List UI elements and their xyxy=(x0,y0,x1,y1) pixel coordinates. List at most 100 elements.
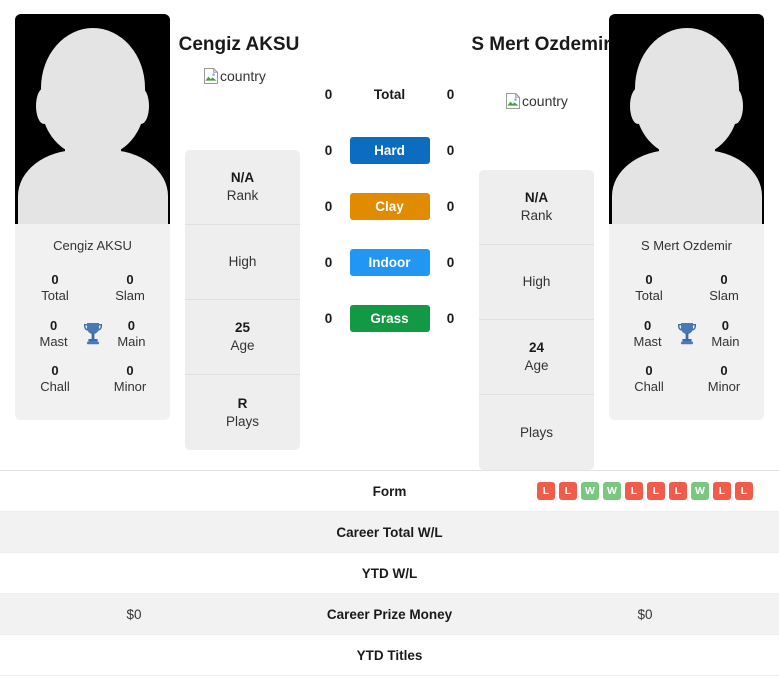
titles-row: 0 Chall 0 Minor xyxy=(21,360,164,406)
surface-badge-clay[interactable]: Clay xyxy=(349,192,430,220)
silhouette-ear-left xyxy=(630,88,646,124)
titles-mast-right: 0 Mast xyxy=(621,318,674,351)
surface-grass-right: 0 xyxy=(446,310,455,326)
surface-indoor-left: 0 xyxy=(324,254,333,270)
country-flag-left: country xyxy=(203,68,266,84)
surface-badge-indoor[interactable]: Indoor xyxy=(349,248,430,276)
info-plays-left: R Plays xyxy=(185,375,300,450)
titles-slam-right: 0 Slam xyxy=(696,272,752,305)
titles-slam-label-right: Slam xyxy=(709,288,739,304)
comparison-table: Form LLWWLLLWLL Career Total W/L YTD W/L… xyxy=(0,470,779,676)
player-info-right: N/A Rank High 24 Age Plays xyxy=(479,170,594,470)
trophy-icon xyxy=(674,320,699,348)
form-chip-loss[interactable]: L xyxy=(537,482,555,500)
form-right-cell: LLWWLLLWLL xyxy=(511,482,779,500)
info-plays-value-left: R xyxy=(237,395,248,411)
info-rank-right: N/A Rank xyxy=(479,170,594,245)
career-prize-money-right: $0 xyxy=(637,606,653,622)
titles-total-label-left: Total xyxy=(41,288,69,304)
table-row-career-prize-money: $0 Career Prize Money $0 xyxy=(0,594,779,635)
surface-row-clay: 0 Clay 0 xyxy=(300,178,479,234)
surface-badge-grass[interactable]: Grass xyxy=(349,304,430,332)
comparison-header: Cengiz AKSU 0 Total 0 Slam 0 Mast 0 Main… xyxy=(0,0,779,470)
surface-badge-hard[interactable]: Hard xyxy=(349,136,430,164)
form-chip-win[interactable]: W xyxy=(691,482,709,500)
info-high-label-right: High xyxy=(522,274,551,290)
titles-mast-label-right: Mast xyxy=(633,333,662,349)
titles-slam-value-right: 0 xyxy=(720,272,728,287)
titles-mast-label-left: Mast xyxy=(39,333,68,349)
country-alt-text-right: country xyxy=(522,93,568,109)
titles-main-left: 0 Main xyxy=(105,318,158,351)
titles-main-value-left: 0 xyxy=(127,317,136,333)
player-photo-caption-left: Cengiz AKSU xyxy=(15,224,170,269)
form-chip-loss[interactable]: L xyxy=(669,482,687,500)
titles-minor-left: 0 Minor xyxy=(102,363,158,396)
info-rank-left: N/A Rank xyxy=(185,150,300,225)
titles-minor-label-left: Minor xyxy=(113,379,147,395)
surface-titles-column: 0 Total 0 0 Hard 0 0 Clay 0 0 Indoor 0 0 xyxy=(300,10,479,346)
form-chip-win[interactable]: W xyxy=(603,482,621,500)
form-chip-loss[interactable]: L xyxy=(735,482,753,500)
table-row-ytd-titles: YTD Titles xyxy=(0,635,779,676)
titles-breakdown-right: 0 Total 0 Slam 0 Mast 0 Main 0 Chall 0 M… xyxy=(609,269,764,420)
surface-total-left: 0 xyxy=(324,86,333,102)
titles-minor-label-right: Minor xyxy=(707,379,741,395)
country-flag-right: country xyxy=(505,93,568,109)
info-plays-right: Plays xyxy=(479,395,594,470)
player-comparison-page: Cengiz AKSU 0 Total 0 Slam 0 Mast 0 Main… xyxy=(0,0,779,699)
titles-total-value-right: 0 xyxy=(645,272,653,287)
surface-badge-total: Total xyxy=(373,86,406,102)
info-age-value-right: 24 xyxy=(528,340,545,356)
table-row-career-total-wl: Career Total W/L xyxy=(0,512,779,553)
silhouette-body xyxy=(611,150,762,224)
player-photo-caption-right: S Mert Ozdemir xyxy=(609,224,764,269)
ytd-titles-label: YTD Titles xyxy=(356,647,423,663)
titles-chall-left: 0 Chall xyxy=(27,363,83,396)
info-age-right: 24 Age xyxy=(479,320,594,395)
player-card-right[interactable]: S Mert Ozdemir 0 Total 0 Slam 0 Mast 0 M… xyxy=(609,14,764,420)
info-age-label-right: Age xyxy=(524,358,549,373)
surface-clay-right: 0 xyxy=(446,198,455,214)
info-rank-value-right: N/A xyxy=(524,190,549,206)
titles-main-value-right: 0 xyxy=(721,317,730,333)
form-chip-loss[interactable]: L xyxy=(647,482,665,500)
titles-chall-label-right: Chall xyxy=(634,379,664,395)
form-chip-loss[interactable]: L xyxy=(625,482,643,500)
info-plays-label-left: Plays xyxy=(225,413,259,429)
form-chip-loss[interactable]: L xyxy=(559,482,577,500)
info-plays-label-right: Plays xyxy=(519,424,553,440)
titles-minor-value-left: 0 xyxy=(126,363,134,378)
player-photo-right xyxy=(609,14,764,224)
titles-main-label-left: Main xyxy=(117,333,146,349)
titles-minor-value-right: 0 xyxy=(720,363,728,378)
surface-hard-left: 0 xyxy=(324,142,333,158)
titles-row: 0 Chall 0 Minor xyxy=(615,360,758,406)
form-badges: LLWWLLLWLL xyxy=(537,482,753,500)
info-high-label-left: High xyxy=(228,254,257,270)
silhouette-ear-right xyxy=(727,88,743,124)
player-name-left[interactable]: Cengiz AKSU xyxy=(164,33,314,58)
silhouette-ear-left xyxy=(36,88,52,124)
titles-chall-value-left: 0 xyxy=(51,363,59,378)
titles-slam-label-left: Slam xyxy=(115,288,145,304)
broken-image-icon xyxy=(204,68,219,84)
info-age-value-left: 25 xyxy=(234,320,251,336)
silhouette-body xyxy=(17,150,168,224)
surface-grass-left: 0 xyxy=(324,310,333,326)
info-rank-value-left: N/A xyxy=(230,170,255,186)
titles-mast-value-left: 0 xyxy=(49,317,58,333)
titles-row: 0 Mast 0 Main xyxy=(615,315,758,361)
info-age-label-left: Age xyxy=(230,338,255,353)
surface-indoor-right: 0 xyxy=(446,254,455,270)
player-info-left: N/A Rank High 25 Age R Plays xyxy=(185,150,300,450)
info-rank-label-left: Rank xyxy=(226,188,259,203)
form-chip-loss[interactable]: L xyxy=(713,482,731,500)
titles-total-left: 0 Total xyxy=(27,272,83,305)
titles-total-value-left: 0 xyxy=(51,272,59,287)
surface-hard-right: 0 xyxy=(446,142,455,158)
titles-total-right: 0 Total xyxy=(621,272,677,305)
form-chip-win[interactable]: W xyxy=(581,482,599,500)
player-card-left[interactable]: Cengiz AKSU 0 Total 0 Slam 0 Mast 0 Main… xyxy=(15,14,170,420)
player-name-right[interactable]: S Mert Ozdemir xyxy=(466,33,616,58)
